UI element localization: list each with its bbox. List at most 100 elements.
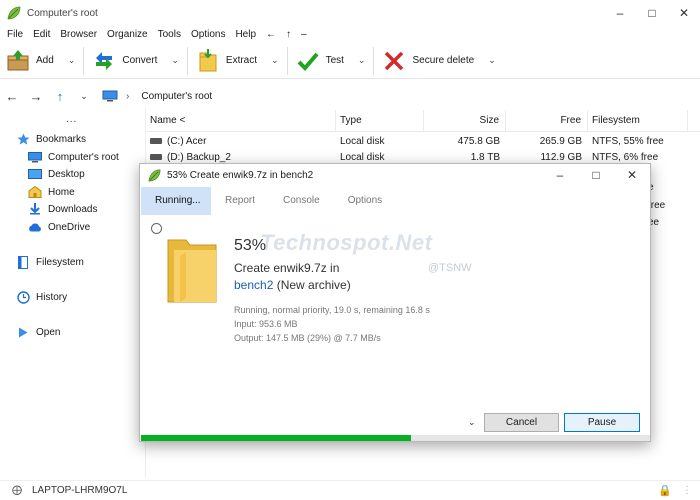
extract-folder-icon: [196, 48, 220, 73]
watermark-handle: @TSNW: [428, 262, 472, 274]
sidebar-history-label: History: [36, 291, 68, 303]
sidebar-item-home[interactable]: Home: [28, 186, 75, 198]
sidebar-open[interactable]: Open: [16, 326, 60, 338]
sidebar-item-onedrive[interactable]: OneDrive: [28, 221, 90, 233]
home-folder-icon: [28, 186, 42, 198]
watermark-text: Technospot.Net: [260, 230, 433, 255]
minimize-button[interactable]: –: [604, 0, 636, 26]
size-cell: 475.8 GB: [457, 135, 500, 147]
up-arrow-icon[interactable]: ↑: [48, 89, 72, 104]
toolbar-divider: [286, 46, 288, 75]
column-type[interactable]: Type: [336, 109, 424, 132]
menu-file[interactable]: File: [7, 29, 23, 40]
dialog-maximize-button[interactable]: □: [578, 164, 614, 186]
sidebar-filesystem-label: Filesystem: [36, 256, 84, 268]
type-cell: Local disk: [340, 135, 385, 147]
menu-edit[interactable]: Edit: [33, 29, 50, 40]
chevron-down-icon[interactable]: ⌄: [271, 55, 279, 66]
menu-organize[interactable]: Organize: [107, 29, 148, 40]
convert-arrows-icon: [92, 49, 116, 73]
dialog-window-controls: – □ ✕: [542, 164, 650, 186]
sidebar-more-icon[interactable]: ...: [66, 114, 77, 125]
resize-grip-icon[interactable]: ⋮: [682, 485, 692, 496]
disk-drive-icon: [150, 153, 162, 160]
chevron-down-icon[interactable]: ⌄: [488, 55, 496, 66]
menu-bar: File Edit Browser Organize Tools Options…: [0, 26, 700, 42]
history-chevron-icon[interactable]: ⌄: [72, 91, 96, 102]
sidebar-bookmarks[interactable]: Bookmarks: [16, 133, 86, 145]
hostname: LAPTOP-LHRM9O7L: [32, 485, 128, 496]
column-free[interactable]: Free: [506, 109, 588, 132]
network-crosshair-icon: ⨁: [12, 485, 22, 496]
cancel-button[interactable]: Cancel: [484, 413, 559, 432]
filesystem-cell: NTFS, 55% free: [592, 135, 664, 147]
progress-bar-fill: [141, 435, 411, 441]
download-arrow-icon: [28, 203, 42, 215]
tab-options[interactable]: Options: [334, 187, 396, 215]
menu-back[interactable]: ←: [266, 29, 276, 40]
sidebar-item-label: OneDrive: [48, 221, 91, 233]
toolbar-divider: [83, 46, 85, 75]
secure-delete-button[interactable]: Secure delete ⌄: [376, 43, 501, 79]
test-label: Test: [325, 55, 344, 66]
drive-name-cell: (C:) Acer: [146, 136, 336, 147]
sidebar-history[interactable]: History: [16, 290, 68, 304]
breadcrumb[interactable]: Computer's root: [141, 91, 212, 102]
sidebar-item-downloads[interactable]: Downloads: [28, 203, 97, 215]
convert-button[interactable]: Convert ⌄: [86, 43, 185, 79]
sidebar-item-desktop[interactable]: Desktop: [28, 168, 85, 180]
chevron-down-icon[interactable]: ⌄: [171, 55, 179, 66]
close-button[interactable]: ✕: [668, 0, 700, 26]
filesystem-cell: NTFS, 6% free: [592, 151, 659, 163]
column-size[interactable]: Size: [424, 109, 506, 132]
back-arrow-icon[interactable]: ←: [0, 89, 24, 104]
table-row[interactable]: (C:) Acer Local disk 475.8 GB 265.9 GB N…: [146, 133, 700, 149]
status-bar: ⨁ LAPTOP-LHRM9O7L 🔒 ⋮: [0, 480, 700, 500]
window-title: Computer's root: [27, 7, 98, 19]
maximize-button[interactable]: □: [636, 0, 668, 26]
progress-dialog: 53% Create enwik9.7z in bench2 – □ ✕ Run…: [139, 163, 651, 442]
column-name[interactable]: Name <: [146, 109, 336, 132]
menu-tools[interactable]: Tools: [158, 29, 181, 40]
chevron-down-icon[interactable]: ⌄: [468, 417, 476, 428]
size-cell: 1.8 TB: [470, 151, 500, 163]
computer-icon: [28, 151, 42, 163]
title-bar: Computer's root – □ ✕: [0, 0, 700, 26]
type-cell: Local disk: [340, 151, 385, 163]
menu-options[interactable]: Options: [191, 29, 225, 40]
peazip-leaf-icon: [7, 6, 21, 20]
tab-running[interactable]: Running...: [141, 187, 211, 215]
secure-delete-label: Secure delete: [412, 55, 475, 66]
star-icon: [16, 133, 30, 145]
chevron-down-icon[interactable]: ⌄: [358, 55, 366, 66]
menu-up[interactable]: ↑: [286, 29, 291, 40]
add-button[interactable]: Add ⌄: [0, 43, 81, 79]
sidebar-item-computers-root[interactable]: Computer's root: [28, 151, 119, 163]
extract-button[interactable]: Extract ⌄: [190, 43, 285, 79]
sidebar-filesystem[interactable]: Filesystem: [16, 255, 84, 269]
sidebar: ... Bookmarks Computer's root Desktop Ho…: [0, 108, 146, 478]
archive-link[interactable]: bench2: [234, 278, 273, 292]
lock-icon[interactable]: 🔒: [658, 484, 672, 497]
test-button[interactable]: Test ⌄: [290, 43, 372, 79]
tab-report[interactable]: Report: [211, 187, 269, 215]
menu-minimize[interactable]: –: [301, 29, 307, 40]
column-filesystem[interactable]: Filesystem: [588, 109, 688, 132]
extract-label: Extract: [225, 55, 258, 66]
peazip-leaf-icon: [148, 169, 161, 181]
status-detail: Running, normal priority, 19.0 s, remain…: [234, 305, 430, 315]
sidebar-item-label: Desktop: [48, 168, 85, 180]
menu-help[interactable]: Help: [235, 29, 256, 40]
output-detail: Output: 147.5 MB (29%) @ 7.7 MB/s: [234, 333, 381, 343]
menu-browser[interactable]: Browser: [60, 29, 97, 40]
archive-status: (New archive): [273, 278, 351, 292]
forward-arrow-icon[interactable]: →: [24, 89, 48, 104]
dialog-close-button[interactable]: ✕: [614, 164, 650, 186]
sidebar-item-label: Downloads: [48, 203, 98, 215]
pause-button[interactable]: Pause: [564, 413, 640, 432]
chevron-down-icon[interactable]: ⌄: [68, 55, 76, 66]
input-detail: Input: 953.6 MB: [234, 319, 298, 329]
tab-console[interactable]: Console: [269, 187, 334, 215]
dialog-minimize-button[interactable]: –: [542, 164, 578, 186]
play-triangle-icon: [16, 326, 30, 338]
